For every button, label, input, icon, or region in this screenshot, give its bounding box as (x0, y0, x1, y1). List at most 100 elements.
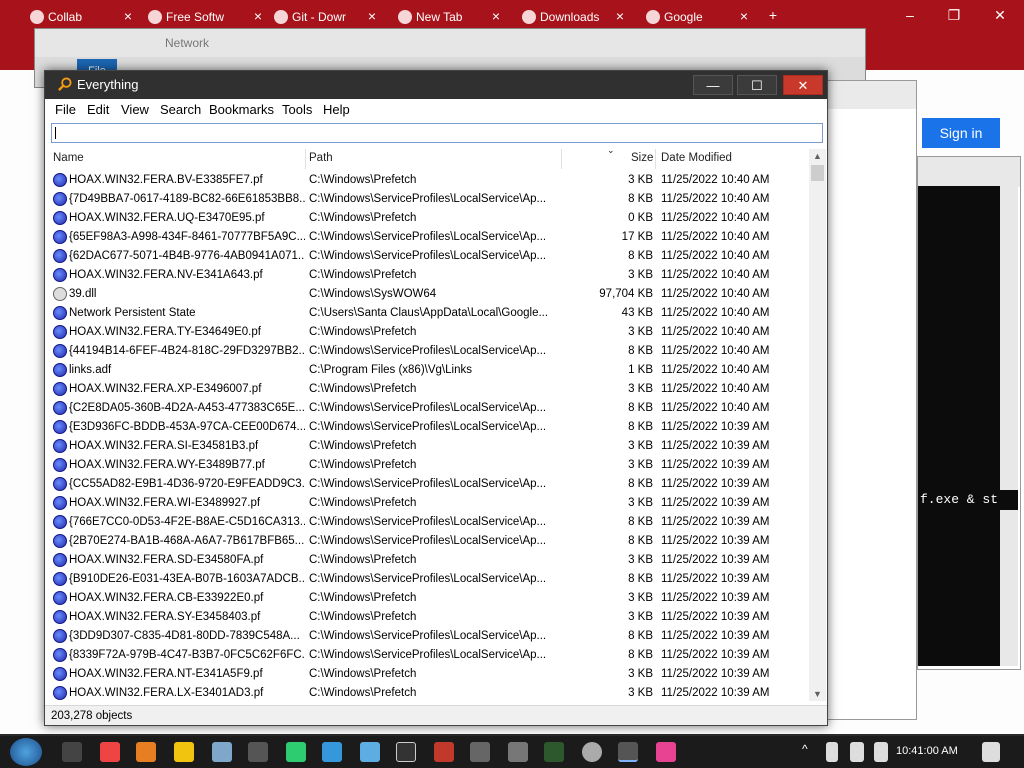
clock[interactable]: 10:41:00 AM (896, 745, 958, 757)
table-row[interactable]: {CC55AD82-E9B1-4D36-9720-E9FEADD9C3... C:… (51, 475, 807, 494)
close-icon[interactable]: × (124, 8, 132, 24)
table-row[interactable]: HOAX.WIN32.FERA.NV-E341A643.pf C:\Windows… (51, 266, 807, 285)
scroll-down-icon[interactable]: ▼ (812, 689, 823, 699)
table-row[interactable]: HOAX.WIN32.FERA.UQ-E3470E95.pf C:\Windows… (51, 209, 807, 228)
minimize-button[interactable]: – (888, 4, 932, 26)
file-icon (53, 458, 67, 472)
cell-date: 11/25/2022 10:40 AM (661, 345, 770, 357)
table-row[interactable]: {2B70E274-BA1B-468A-A6A7-7B617BFB65... C:… (51, 532, 807, 551)
start-button[interactable] (10, 738, 42, 766)
close-button[interactable]: ✕ (978, 4, 1022, 26)
table-row[interactable]: HOAX.WIN32.FERA.BV-E3385FE7.pf C:\Windows… (51, 171, 807, 190)
table-row[interactable]: {3DD9D307-C835-4D81-80DD-7839C548A... C:\… (51, 627, 807, 646)
firefox-icon[interactable] (136, 742, 156, 762)
network-icon[interactable] (212, 742, 232, 762)
menu-search[interactable]: Search (160, 102, 201, 117)
browser-tab[interactable]: Collab × (26, 4, 138, 30)
file-icon (53, 268, 67, 282)
table-row[interactable]: {8339F72A-979B-4C47-B3B7-0FC5C62F6FC... C… (51, 646, 807, 665)
table-row[interactable]: 39.dll C:\Windows\SysWOW64 97,704 KB 11/25/… (51, 285, 807, 304)
scroll-up-icon[interactable]: ▲ (812, 151, 823, 161)
maximize-button[interactable]: ☐ (737, 75, 777, 95)
scrollbar[interactable] (1000, 186, 1018, 666)
table-row[interactable]: HOAX.WIN32.FERA.NT-E341A5F9.pf C:\Windows… (51, 665, 807, 684)
terminal-icon[interactable] (248, 742, 268, 762)
menu-bookmarks[interactable]: Bookmarks (209, 102, 274, 117)
table-row[interactable]: links.adf C:\Program Files (x86)\Vg\Links… (51, 361, 807, 380)
close-icon[interactable]: × (368, 8, 376, 24)
close-button[interactable]: ✕ (783, 75, 823, 95)
cell-date: 11/25/2022 10:40 AM (661, 307, 770, 319)
folder-icon[interactable] (174, 742, 194, 762)
app-icon[interactable] (322, 742, 342, 762)
table-row[interactable]: HOAX.WIN32.FERA.TY-E34649E0.pf C:\Windows… (51, 323, 807, 342)
volume-icon[interactable] (874, 742, 888, 762)
notepad-icon[interactable] (286, 742, 306, 762)
everything-taskbar-icon[interactable] (618, 742, 638, 762)
table-row[interactable]: HOAX.WIN32.FERA.WI-E3489927.pf C:\Windows… (51, 494, 807, 513)
scroll-thumb[interactable] (811, 165, 824, 181)
table-row[interactable]: {7D49BBA7-0617-4189-BC82-66E61853BB8... C… (51, 190, 807, 209)
menu-tools[interactable]: Tools (282, 102, 312, 117)
column-name[interactable]: Name (53, 152, 84, 164)
chrome-icon[interactable] (100, 742, 120, 762)
new-tab-button[interactable]: + (758, 4, 788, 26)
table-row[interactable]: {766E7CC0-0D53-4F2E-B8AE-C5D16CA313... C:… (51, 513, 807, 532)
process-icon[interactable] (544, 742, 564, 762)
column-path[interactable]: Path (309, 152, 333, 164)
menu-help[interactable]: Help (323, 102, 350, 117)
close-icon[interactable]: × (254, 8, 262, 24)
menu-file[interactable]: File (55, 102, 76, 117)
maximize-button[interactable]: ❐ (932, 4, 976, 26)
browser-tab[interactable]: New Tab × (394, 4, 506, 30)
cell-name: {B910DE26-E031-43EA-B07B-1603A7ADCB... (69, 573, 305, 585)
microphone-icon[interactable] (826, 742, 838, 762)
minimize-button[interactable]: — (693, 75, 733, 95)
git-icon[interactable] (434, 742, 454, 762)
table-row[interactable]: {65EF98A3-A998-434F-8461-70777BF5A9C... C… (51, 228, 807, 247)
table-row[interactable]: HOAX.WIN32.FERA.LX-E3401AD3.pf C:\Windows… (51, 684, 807, 701)
search-input[interactable] (51, 123, 823, 143)
column-size[interactable]: Size (631, 152, 653, 164)
close-icon[interactable]: × (616, 8, 624, 24)
cell-size: 3 KB (628, 326, 653, 338)
table-row[interactable]: {B910DE26-E031-43EA-B07B-1603A7ADCB... C:… (51, 570, 807, 589)
column-divider[interactable] (305, 149, 306, 169)
vertical-scrollbar[interactable]: ▲ ▼ (809, 149, 826, 701)
browser-tab[interactable]: Git - Dowr × (270, 4, 382, 30)
task-view-icon[interactable] (62, 742, 82, 762)
close-icon[interactable]: × (740, 8, 748, 24)
table-row[interactable]: HOAX.WIN32.FERA.SY-E3458403.pf C:\Windows… (51, 608, 807, 627)
browser-tab[interactable]: Google × (642, 4, 754, 30)
network-tray-icon[interactable] (850, 742, 864, 762)
table-row[interactable]: HOAX.WIN32.FERA.SD-E34580FA.pf C:\Windows… (51, 551, 807, 570)
keyboard-icon[interactable] (360, 742, 380, 762)
column-date[interactable]: Date Modified (661, 152, 732, 164)
table-row[interactable]: {E3D936FC-BDDB-453A-97CA-CEE00D674... C:\… (51, 418, 807, 437)
table-row[interactable]: Network Persistent State C:\Users\Santa C… (51, 304, 807, 323)
browser-tab[interactable]: Free Softw × (144, 4, 268, 30)
tool-icon[interactable] (508, 742, 528, 762)
7zip-icon[interactable] (396, 742, 416, 762)
media-icon[interactable] (582, 742, 602, 762)
table-row[interactable]: {C2E8DA05-360B-4D2A-A453-477383C65E... C:… (51, 399, 807, 418)
sign-in-button[interactable]: Sign in (922, 118, 1000, 148)
bug-icon[interactable] (656, 742, 676, 762)
console-area (918, 186, 1002, 666)
notification-icon[interactable] (982, 742, 1000, 762)
table-row[interactable]: {62DAC677-5071-4B4B-9776-4AB0941A071... C… (51, 247, 807, 266)
tray-up-icon[interactable]: ^ (802, 742, 814, 762)
close-icon[interactable]: × (492, 8, 500, 24)
pen-icon[interactable] (470, 742, 490, 762)
table-row[interactable]: HOAX.WIN32.FERA.CB-E33922E0.pf C:\Windows… (51, 589, 807, 608)
menu-view[interactable]: View (121, 102, 149, 117)
browser-tab[interactable]: Downloads × (518, 4, 630, 30)
cell-path: C:\Windows\SysWOW64 (309, 288, 437, 300)
table-row[interactable]: HOAX.WIN32.FERA.WY-E3489B77.pf C:\Windows… (51, 456, 807, 475)
table-row[interactable]: HOAX.WIN32.FERA.SI-E34581B3.pf C:\Windows… (51, 437, 807, 456)
column-divider[interactable] (655, 149, 656, 169)
column-divider[interactable] (561, 149, 562, 169)
table-row[interactable]: HOAX.WIN32.FERA.XP-E3496007.pf C:\Windows… (51, 380, 807, 399)
table-row[interactable]: {44194B14-6FEF-4B24-818C-29FD3297BB2... C… (51, 342, 807, 361)
menu-edit[interactable]: Edit (87, 102, 109, 117)
